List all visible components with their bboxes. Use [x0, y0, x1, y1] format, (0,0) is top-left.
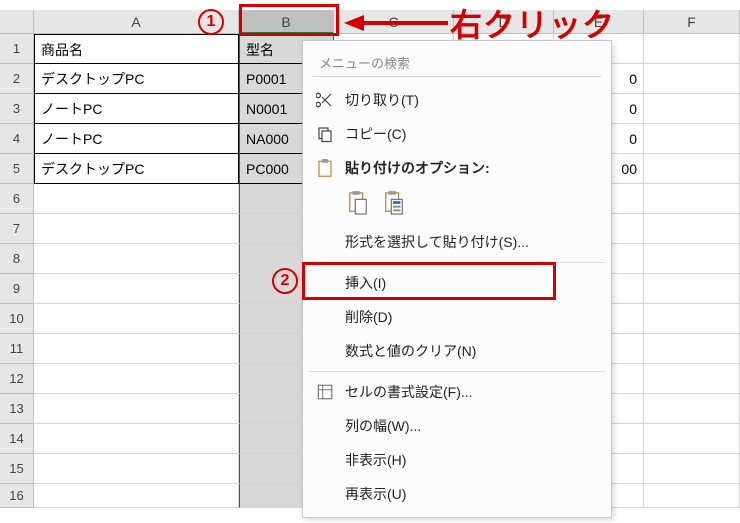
- menu-insert-label: 挿入(I): [345, 273, 386, 293]
- menu-delete-label: 削除(D): [345, 307, 392, 327]
- menu-copy-label: コピー(C): [345, 124, 406, 144]
- cell-f9[interactable]: [644, 274, 740, 304]
- cell-f15[interactable]: [644, 454, 740, 484]
- cell-f12[interactable]: [644, 364, 740, 394]
- col-header-f[interactable]: F: [644, 10, 740, 34]
- row-header-9[interactable]: 9: [0, 274, 34, 304]
- menu-paste-special[interactable]: 形式を選択して貼り付け(S)...: [303, 225, 611, 259]
- paste-options-row: [303, 185, 611, 225]
- blank-icon: [313, 416, 337, 436]
- paste-default-icon[interactable]: [345, 189, 371, 217]
- menu-separator-1: [309, 262, 605, 263]
- select-all-corner[interactable]: [0, 10, 34, 34]
- menu-column-width-label: 列の幅(W)...: [345, 416, 421, 436]
- cell-a16[interactable]: [34, 484, 239, 508]
- menu-paste-special-label: 形式を選択して貼り付け(S)...: [345, 232, 529, 252]
- row-header-5[interactable]: 5: [0, 154, 34, 184]
- cell-a2[interactable]: デスクトップPC: [34, 64, 239, 94]
- cell-a13[interactable]: [34, 394, 239, 424]
- row-header-7[interactable]: 7: [0, 214, 34, 244]
- menu-hide[interactable]: 非表示(H): [303, 443, 611, 477]
- menu-paste-options-header: 貼り付けのオプション:: [303, 151, 611, 185]
- menu-unhide[interactable]: 再表示(U): [303, 477, 611, 511]
- menu-clear-contents-label: 数式と値のクリア(N): [345, 341, 476, 361]
- cell-f4[interactable]: [644, 124, 740, 154]
- col-header-d[interactable]: D: [454, 10, 554, 34]
- cell-a3[interactable]: ノートPC: [34, 94, 239, 124]
- row-header-13[interactable]: 13: [0, 394, 34, 424]
- row-header-15[interactable]: 15: [0, 454, 34, 484]
- blank-icon: [313, 232, 337, 252]
- menu-format-cells[interactable]: セルの書式設定(F)...: [303, 375, 611, 409]
- cell-f16[interactable]: [644, 484, 740, 508]
- row-header-14[interactable]: 14: [0, 424, 34, 454]
- row-header-12[interactable]: 12: [0, 364, 34, 394]
- menu-clear-contents[interactable]: 数式と値のクリア(N): [303, 334, 611, 368]
- cell-f11[interactable]: [644, 334, 740, 364]
- col-header-b[interactable]: B: [239, 10, 334, 34]
- cell-a6[interactable]: [34, 184, 239, 214]
- menu-copy[interactable]: コピー(C): [303, 117, 611, 151]
- scissors-icon: [313, 90, 337, 110]
- cell-a1[interactable]: 商品名: [34, 34, 239, 64]
- cell-f5[interactable]: [644, 154, 740, 184]
- row-header-4[interactable]: 4: [0, 124, 34, 154]
- menu-insert[interactable]: 挿入(I): [303, 266, 611, 300]
- row-header-8[interactable]: 8: [0, 244, 34, 274]
- menu-format-cells-label: セルの書式設定(F)...: [345, 382, 473, 402]
- row-header-16[interactable]: 16: [0, 484, 34, 508]
- context-menu: メニューの検索 切り取り(T) コピー(C) 貼り付けのオプション: 形式を選択…: [302, 40, 612, 518]
- clipboard-icon: [313, 158, 337, 178]
- col-header-c[interactable]: C: [334, 10, 454, 34]
- blank-icon: [313, 450, 337, 470]
- cell-a9[interactable]: [34, 274, 239, 304]
- cell-a14[interactable]: [34, 424, 239, 454]
- cell-a7[interactable]: [34, 214, 239, 244]
- blank-icon: [313, 273, 337, 293]
- cell-f6[interactable]: [644, 184, 740, 214]
- blank-icon: [313, 307, 337, 327]
- cell-f10[interactable]: [644, 304, 740, 334]
- cell-f3[interactable]: [644, 94, 740, 124]
- col-header-e[interactable]: E: [554, 10, 644, 34]
- cell-f8[interactable]: [644, 244, 740, 274]
- col-header-a[interactable]: A: [34, 10, 239, 34]
- copy-icon: [313, 124, 337, 144]
- menu-search[interactable]: メニューの検索: [313, 49, 601, 77]
- format-cells-icon: [313, 382, 337, 402]
- column-header-row: A B C D E F G: [0, 10, 740, 34]
- menu-unhide-label: 再表示(U): [345, 484, 406, 504]
- cell-f7[interactable]: [644, 214, 740, 244]
- cell-a15[interactable]: [34, 454, 239, 484]
- menu-delete[interactable]: 削除(D): [303, 300, 611, 334]
- cell-a11[interactable]: [34, 334, 239, 364]
- paste-keep-source-icon[interactable]: [381, 189, 407, 217]
- row-header-3[interactable]: 3: [0, 94, 34, 124]
- cell-f14[interactable]: [644, 424, 740, 454]
- menu-column-width[interactable]: 列の幅(W)...: [303, 409, 611, 443]
- blank-icon: [313, 341, 337, 361]
- menu-separator-2: [309, 371, 605, 372]
- menu-cut[interactable]: 切り取り(T): [303, 83, 611, 117]
- menu-hide-label: 非表示(H): [345, 450, 406, 470]
- cell-f1[interactable]: [644, 34, 740, 64]
- cell-a4[interactable]: ノートPC: [34, 124, 239, 154]
- cell-f13[interactable]: [644, 394, 740, 424]
- row-header-2[interactable]: 2: [0, 64, 34, 94]
- menu-paste-options-label: 貼り付けのオプション:: [345, 158, 490, 178]
- row-header-6[interactable]: 6: [0, 184, 34, 214]
- cell-a8[interactable]: [34, 244, 239, 274]
- row-header-1[interactable]: 1: [0, 34, 34, 64]
- cell-f2[interactable]: [644, 64, 740, 94]
- menu-cut-label: 切り取り(T): [345, 90, 419, 110]
- cell-a5[interactable]: デスクトップPC: [34, 154, 239, 184]
- cell-a10[interactable]: [34, 304, 239, 334]
- row-header-10[interactable]: 10: [0, 304, 34, 334]
- cell-a12[interactable]: [34, 364, 239, 394]
- row-header-11[interactable]: 11: [0, 334, 34, 364]
- blank-icon: [313, 484, 337, 504]
